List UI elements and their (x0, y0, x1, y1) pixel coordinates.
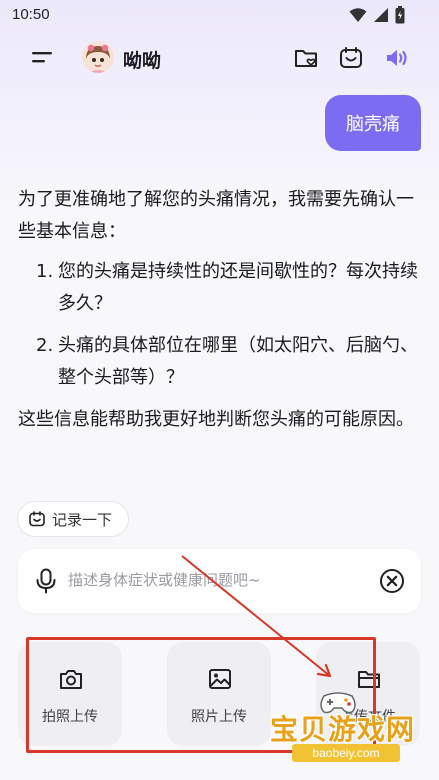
list-item-text: 头痛的具体部位在哪里（如太阳穴、后脑勺、整个头部等）？ (58, 335, 418, 388)
watermark-title: 宝贝游戏网 (270, 713, 416, 746)
status-icons (349, 6, 405, 24)
microphone-icon[interactable] (34, 568, 58, 594)
app-title: 呦呦 (123, 50, 162, 72)
record-box-icon[interactable] (337, 44, 365, 72)
image-icon (209, 669, 231, 689)
reply-list: 1. 您的头痛是持续性的还是间歇性的？每次持续多久？ 2. 头痛的具体部位在哪里… (18, 256, 418, 394)
record-button[interactable]: 记录一下 (17, 501, 129, 537)
user-message-bubble: 脑壳痛 (325, 95, 421, 151)
record-label: 记录一下 (52, 510, 113, 529)
battery-icon (395, 6, 405, 24)
folder-heart-icon[interactable] (292, 44, 320, 72)
camera-icon (60, 670, 82, 689)
avatar[interactable] (82, 41, 114, 73)
reply-list-item: 2. 头痛的具体部位在哪里（如太阳穴、后脑勺、整个头部等）？ (18, 330, 418, 394)
list-item-text: 您的头痛是持续性的还是间歇性的？每次持续多久？ (58, 261, 418, 314)
speaker-icon[interactable] (383, 44, 411, 72)
watermark-logo: 宝贝游戏网 baobeiy.com (262, 688, 432, 768)
reply-list-item: 1. 您的头痛是持续性的还是间歇性的？每次持续多久？ (18, 256, 418, 320)
take-photo-upload-button[interactable]: 拍照上传 (18, 642, 122, 746)
status-bar: 10:50 (0, 0, 439, 32)
tool-label: 拍照上传 (42, 709, 98, 725)
app-header: 呦呦 (0, 36, 439, 80)
signal-icon (374, 8, 388, 22)
assistant-reply: 为了更准确地了解您的头痛情况，我需要先确认一些基本信息： 1. 您的头痛是持续性… (18, 184, 418, 436)
reply-intro: 为了更准确地了解您的头痛情况，我需要先确认一些基本信息： (18, 189, 414, 242)
list-item-number: 2. (36, 335, 54, 356)
record-icon (29, 511, 45, 527)
message-input-box[interactable]: 描述身体症状或健康问题吧~ (18, 549, 421, 613)
watermark-url: baobeiy.com (292, 744, 400, 762)
tool-label: 照片上传 (191, 709, 247, 725)
wifi-icon (349, 8, 367, 22)
close-circle-icon[interactable] (379, 568, 405, 594)
list-item-number: 1. (36, 261, 54, 282)
menu-icon[interactable] (30, 46, 54, 70)
input-placeholder[interactable]: 描述身体症状或健康问题吧~ (68, 569, 261, 590)
reply-outro: 这些信息能帮助我更好地判断您头痛的可能原因。 (18, 409, 414, 430)
status-time: 10:50 (12, 6, 50, 23)
photo-upload-button[interactable]: 照片上传 (167, 642, 271, 746)
